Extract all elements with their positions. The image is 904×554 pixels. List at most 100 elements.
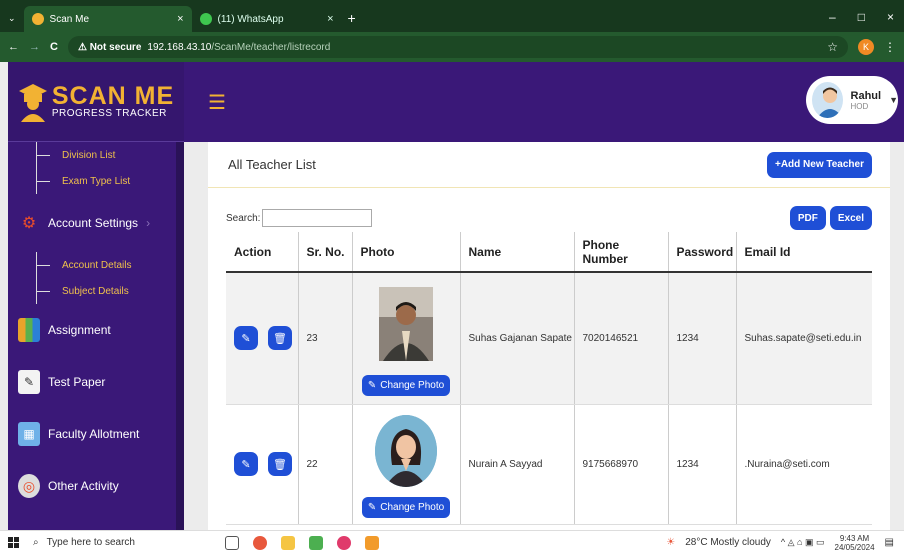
teacher-photo xyxy=(379,286,433,361)
tab-whatsapp[interactable]: (11) WhatsApp × xyxy=(192,6,342,32)
search-label: Search: xyxy=(226,212,261,224)
sidebar-item-label: Test Paper xyxy=(48,375,106,389)
edit-icon[interactable]: ✎ xyxy=(234,452,258,476)
maximize-button[interactable]: □ xyxy=(858,10,865,24)
sidebar-item-account-details[interactable]: Account Details xyxy=(8,252,184,278)
column-header[interactable]: Phone Number xyxy=(574,232,669,273)
change-photo-button[interactable]: ✎ Change Photo xyxy=(361,374,451,396)
pencil-icon: ✎ xyxy=(367,501,377,513)
logo[interactable]: SCAN ME PROGRESS TRACKER xyxy=(8,62,184,142)
chrome-icon[interactable] xyxy=(253,535,267,550)
store-icon[interactable] xyxy=(309,535,323,550)
sr-no-cell: 22 xyxy=(298,404,353,525)
delete-icon[interactable]: 🗑 xyxy=(268,452,292,476)
password-cell: 1234 xyxy=(668,404,737,525)
sr-no-cell: 23 xyxy=(298,272,353,405)
taskbar-search[interactable]: ⌕ Type here to search xyxy=(19,537,199,548)
column-header[interactable]: Email Id xyxy=(736,232,872,273)
sidebar-item-test-paper[interactable]: ✎ Test Paper xyxy=(8,356,184,408)
tab-title: Scan Me xyxy=(49,13,90,25)
tab-search-icon[interactable]: ⌄ xyxy=(8,13,16,24)
column-header[interactable]: Name xyxy=(460,232,575,273)
sidebar-item-exam-type-list[interactable]: Exam Type List xyxy=(8,168,184,194)
photo-cell: ✎ Change Photo xyxy=(352,272,461,405)
pencil-icon: ✎ xyxy=(367,379,377,391)
sidebar-item-division-list[interactable]: Division List xyxy=(8,142,184,168)
whatsapp-favicon-icon xyxy=(199,13,212,25)
clock-date: 24/05/2024 xyxy=(834,542,875,552)
column-header[interactable]: Action xyxy=(226,232,299,273)
avatar xyxy=(812,82,843,118)
teacher-table: Action Sr. No. Photo Name Phone Number P… xyxy=(226,232,872,525)
search-input[interactable] xyxy=(262,209,373,227)
graduate-logo-icon xyxy=(18,83,47,122)
sidebar-item-label: Other Activity xyxy=(48,479,119,493)
window-controls: – □ × xyxy=(829,10,904,32)
task-view-icon[interactable] xyxy=(225,535,239,550)
sidebar-scrollbar[interactable] xyxy=(176,142,184,530)
new-tab-button[interactable]: + xyxy=(348,10,356,26)
sidebar-item-subject-details[interactable]: Subject Details xyxy=(8,278,184,304)
sidebar-item-assignment[interactable]: Assignment xyxy=(8,304,184,356)
menu-dots-icon[interactable]: ⋮ xyxy=(884,40,896,54)
tab-scan-me[interactable]: Scan Me × xyxy=(23,6,192,32)
teacher-photo xyxy=(375,414,437,487)
action-cell: ✎ 🗑 xyxy=(226,272,299,405)
clock[interactable]: 9:43 AM 24/05/2024 xyxy=(835,534,875,552)
name-cell: Suhas Gajanan Sapate xyxy=(460,272,575,405)
url-path: /ScanMe/teacher/listrecord xyxy=(211,41,331,53)
change-photo-label: Change Photo xyxy=(380,379,445,391)
file-explorer-icon[interactable] xyxy=(281,535,295,550)
browser-app-icon[interactable] xyxy=(337,535,351,550)
security-indicator[interactable]: ⚠ Not secure xyxy=(78,42,141,53)
back-button[interactable]: ← xyxy=(8,41,19,53)
change-photo-button[interactable]: ✎ Change Photo xyxy=(361,496,451,518)
close-tab-icon[interactable]: × xyxy=(327,13,333,25)
reload-button[interactable]: C xyxy=(50,41,58,53)
clock-time: 9:43 AM xyxy=(839,533,870,543)
column-header[interactable]: Password xyxy=(668,232,737,273)
column-header[interactable]: Photo xyxy=(352,232,461,273)
action-cell: ✎ 🗑 xyxy=(226,404,299,525)
user-menu[interactable]: Rahul HOD ▼ xyxy=(806,76,898,124)
sidebar-item-label: Division List xyxy=(62,149,116,161)
page-title: All Teacher List xyxy=(228,157,316,172)
search-icon: ⌕ xyxy=(33,537,39,548)
weather-text[interactable]: 28°C Mostly cloudy xyxy=(685,537,771,548)
bookmark-star-icon[interactable]: ☆ xyxy=(827,40,838,54)
delete-icon[interactable]: 🗑 xyxy=(268,326,292,351)
profile-icon[interactable]: K xyxy=(858,39,874,55)
minimize-button[interactable]: – xyxy=(829,10,836,24)
edit-icon[interactable]: ✎ xyxy=(234,326,258,351)
chevron-down-icon[interactable]: ▼ xyxy=(889,95,898,105)
app-icon[interactable] xyxy=(365,535,379,550)
email-cell: Suhas.sapate@seti.edu.in xyxy=(736,272,872,405)
close-tab-icon[interactable]: × xyxy=(177,13,183,25)
tray-icons[interactable]: ^ ◬ ⌂ ▣ ▭ xyxy=(781,537,825,548)
change-photo-label: Change Photo xyxy=(380,501,445,513)
windows-taskbar: ⌕ Type here to search ☀ 28°C Mostly clou… xyxy=(0,530,904,554)
add-new-teacher-button[interactable]: +Add New Teacher xyxy=(766,151,872,178)
top-bar: ☰ Rahul HOD ▼ xyxy=(184,62,904,142)
photo-cell: ✎ Change Photo xyxy=(352,404,461,525)
sidebar-item-label: Assignment xyxy=(48,323,111,337)
sidebar-item-label: Account Settings xyxy=(48,216,139,230)
weather-icon: ☀ xyxy=(666,537,676,548)
notification-icon[interactable]: ▤ xyxy=(885,537,894,548)
column-header[interactable]: Sr. No. xyxy=(298,232,353,273)
sidebar-item-faculty-allotment[interactable]: ▦ Faculty Allotment xyxy=(8,408,184,460)
sidebar-item-account-settings[interactable]: ⚙ Account Settings › xyxy=(8,194,184,252)
phone-cell: 9175668970 xyxy=(574,404,669,525)
close-window-button[interactable]: × xyxy=(887,10,894,24)
url-field[interactable]: ⚠ Not secure 192.168.43.10/ScanMe/teache… xyxy=(67,36,848,58)
excel-button[interactable]: Excel xyxy=(829,206,872,230)
sidebar-item-other-activity[interactable]: ◎ Other Activity xyxy=(8,460,184,512)
windows-start-icon[interactable] xyxy=(8,537,19,548)
hamburger-menu-icon[interactable]: ☰ xyxy=(208,90,226,115)
user-gear-icon: ⚙ xyxy=(21,215,37,232)
scanme-favicon-icon xyxy=(31,13,44,25)
sidebar-item-label: Faculty Allotment xyxy=(48,427,140,441)
pdf-button[interactable]: PDF xyxy=(789,206,826,230)
sidebar: SCAN ME PROGRESS TRACKER Division List E… xyxy=(8,62,184,530)
forward-button[interactable]: → xyxy=(29,41,40,53)
